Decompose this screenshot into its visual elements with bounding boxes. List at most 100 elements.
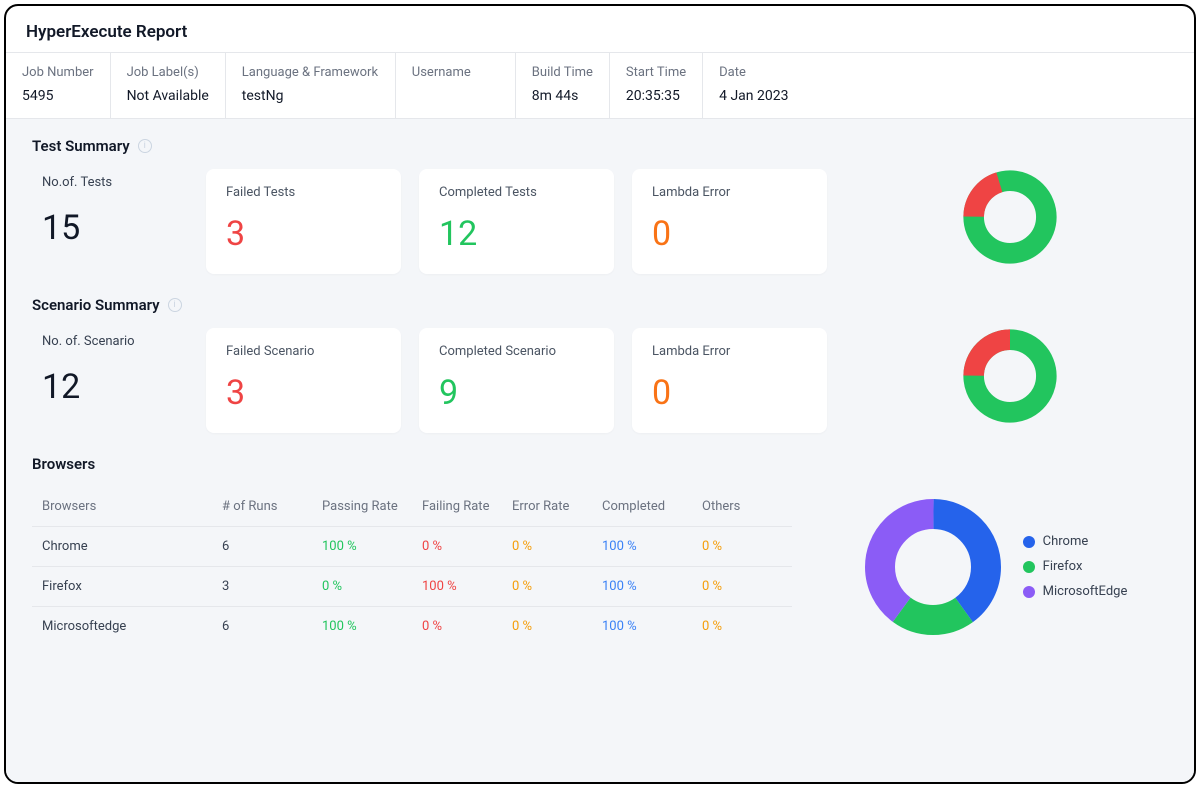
- table-header: Browsers # of Runs Passing Rate Failing …: [32, 487, 792, 527]
- cell-comp: 100 %: [602, 579, 702, 594]
- meta-value: 8m 44s: [532, 88, 593, 104]
- meta-job-label: Job Label(s) Not Available: [111, 53, 226, 118]
- cell-comp: 100 %: [602, 539, 702, 554]
- body: Test Summary i No.of. Tests 15 Failed Te…: [6, 119, 1194, 782]
- legend-label: Chrome: [1043, 534, 1089, 549]
- swatch-icon: [1023, 586, 1035, 598]
- card-lambda-error-scenario: Lambda Error 0: [632, 328, 827, 433]
- swatch-icon: [1023, 536, 1035, 548]
- stat-value: 0: [652, 373, 807, 413]
- th-pass: Passing Rate: [322, 499, 422, 514]
- test-cards: Failed Tests 3 Completed Tests 12 Lambda…: [206, 169, 827, 274]
- meta-value: 5495: [22, 88, 94, 104]
- scenario-summary-row: No. of. Scenario 12 Failed Scenario 3 Co…: [32, 328, 1168, 433]
- meta-label: Start Time: [626, 65, 686, 80]
- section-title-text: Test Summary: [32, 137, 130, 155]
- legend-label: Firefox: [1043, 559, 1083, 574]
- cell-pass: 100 %: [322, 619, 422, 634]
- legend-item-chrome: Chrome: [1023, 534, 1128, 549]
- browsers-block: Browsers # of Runs Passing Rate Failing …: [32, 487, 1168, 646]
- meta-value: Not Available: [127, 88, 209, 104]
- scenario-summary-donut: [851, 328, 1168, 424]
- cell-fail: 0 %: [422, 619, 512, 634]
- th-oth: Others: [702, 499, 782, 514]
- page-title: HyperExecute Report: [26, 22, 1174, 42]
- meta-label: Job Label(s): [127, 65, 209, 80]
- th-browser: Browsers: [42, 499, 222, 514]
- meta-row: Job Number 5495 Job Label(s) Not Availab…: [6, 53, 1194, 119]
- swatch-icon: [1023, 561, 1035, 573]
- scenario-cards: Failed Scenario 3 Completed Scenario 9 L…: [206, 328, 827, 433]
- cell-oth: 0 %: [702, 579, 782, 594]
- report-frame: HyperExecute Report Job Number 5495 Job …: [4, 4, 1196, 784]
- stat-label: Completed Scenario: [439, 344, 594, 359]
- th-comp: Completed: [602, 499, 702, 514]
- cell-oth: 0 %: [702, 539, 782, 554]
- stat-label: Lambda Error: [652, 344, 807, 359]
- meta-username: Username: [396, 53, 516, 118]
- cell-runs: 3: [222, 579, 322, 594]
- stat-value: 12: [439, 214, 594, 254]
- cell-fail: 100 %: [422, 579, 512, 594]
- donut-chart-icon: [962, 169, 1058, 265]
- meta-build-time: Build Time 8m 44s: [516, 53, 610, 118]
- meta-label: Language & Framework: [242, 65, 379, 80]
- meta-start-time: Start Time 20:35:35: [610, 53, 703, 118]
- cell-pass: 100 %: [322, 539, 422, 554]
- cell-err: 0 %: [512, 619, 602, 634]
- info-icon[interactable]: i: [168, 298, 182, 312]
- card-failed-scenario: Failed Scenario 3: [206, 328, 401, 433]
- donut-chart-icon: [863, 497, 1003, 637]
- card-completed-tests: Completed Tests 12: [419, 169, 614, 274]
- browsers-legend: Chrome Firefox MicrosoftEdge: [1023, 534, 1128, 599]
- cell-pass: 0 %: [322, 579, 422, 594]
- th-err: Error Rate: [512, 499, 602, 514]
- test-summary-donut: [851, 169, 1168, 265]
- legend-item-firefox: Firefox: [1023, 559, 1128, 574]
- stat-value: 12: [42, 367, 172, 407]
- info-icon[interactable]: i: [138, 139, 152, 153]
- legend-item-edge: MicrosoftEdge: [1023, 584, 1128, 599]
- th-runs: # of Runs: [222, 499, 322, 514]
- stat-value: 3: [226, 373, 381, 413]
- card-completed-scenario: Completed Scenario 9: [419, 328, 614, 433]
- meta-value: 4 Jan 2023: [719, 88, 788, 104]
- legend-label: MicrosoftEdge: [1043, 584, 1128, 599]
- browsers-chart: Chrome Firefox MicrosoftEdge: [822, 487, 1168, 646]
- section-title-text: Scenario Summary: [32, 296, 160, 314]
- browsers-table: Browsers # of Runs Passing Rate Failing …: [32, 487, 792, 646]
- test-summary-title: Test Summary i: [32, 137, 1168, 155]
- stat-total-tests: No.of. Tests 15: [32, 169, 182, 248]
- cell-err: 0 %: [512, 539, 602, 554]
- table-row: Chrome 6 100 % 0 % 0 % 100 % 0 %: [32, 527, 792, 567]
- th-fail: Failing Rate: [422, 499, 512, 514]
- cell-comp: 100 %: [602, 619, 702, 634]
- stat-label: Failed Tests: [226, 185, 381, 200]
- cell-browser: Microsoftedge: [42, 619, 222, 634]
- stat-label: Failed Scenario: [226, 344, 381, 359]
- cell-runs: 6: [222, 539, 322, 554]
- browsers-title: Browsers: [32, 455, 1168, 473]
- section-title-text: Browsers: [32, 455, 95, 473]
- donut-chart-icon: [962, 328, 1058, 424]
- meta-value: 20:35:35: [626, 88, 686, 104]
- meta-job-number: Job Number 5495: [6, 53, 111, 118]
- stat-total-scenario: No. of. Scenario 12: [32, 328, 182, 407]
- card-failed-tests: Failed Tests 3: [206, 169, 401, 274]
- scenario-summary-title: Scenario Summary i: [32, 296, 1168, 314]
- stat-value: 9: [439, 373, 594, 413]
- stat-value: 15: [42, 208, 172, 248]
- stat-label: No.of. Tests: [42, 175, 172, 190]
- topbar: HyperExecute Report: [6, 6, 1194, 53]
- meta-value: testNg: [242, 88, 379, 104]
- table-row: Microsoftedge 6 100 % 0 % 0 % 100 % 0 %: [32, 607, 792, 646]
- test-summary-row: No.of. Tests 15 Failed Tests 3 Completed…: [32, 169, 1168, 274]
- stat-label: No. of. Scenario: [42, 334, 172, 349]
- meta-label: Date: [719, 65, 788, 80]
- cell-err: 0 %: [512, 579, 602, 594]
- cell-oth: 0 %: [702, 619, 782, 634]
- card-lambda-error-tests: Lambda Error 0: [632, 169, 827, 274]
- stat-value: 0: [652, 214, 807, 254]
- stat-label: Completed Tests: [439, 185, 594, 200]
- meta-label: Job Number: [22, 65, 94, 80]
